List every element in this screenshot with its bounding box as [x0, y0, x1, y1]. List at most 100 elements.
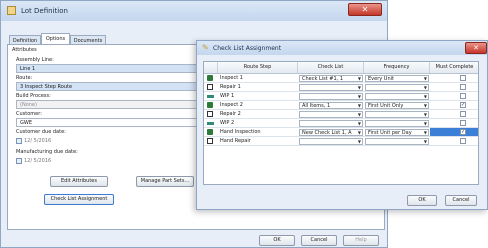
table-row[interactable]: Repair 2 ▼ ▼	[204, 110, 478, 119]
frequency-value: Every Unit	[368, 76, 394, 82]
check-list-dropdown[interactable]: ▼	[299, 93, 363, 100]
dialog-title-bar[interactable]: ✎ Check List Assignment ✕	[197, 41, 487, 55]
frequency-value: First Unit per Day	[368, 130, 412, 136]
must-complete-checkbox[interactable]	[460, 111, 466, 117]
ok-button[interactable]: OK	[259, 235, 295, 246]
frequency-dropdown[interactable]: Every Unit ▼	[365, 75, 429, 82]
dialog-title: Check List Assignment	[213, 45, 282, 52]
chevron-down-icon: ▼	[423, 112, 427, 117]
must-complete-checkbox[interactable]	[460, 93, 466, 99]
frequency-dropdown[interactable]: ▼	[365, 138, 429, 145]
must-complete-checkbox[interactable]: ✓	[460, 129, 466, 135]
customer-field[interactable]: GWE	[16, 118, 202, 127]
chevron-down-icon: ▼	[357, 103, 361, 108]
route-step-cell: Inspect 1	[220, 75, 243, 81]
must-complete-checkbox[interactable]	[460, 138, 466, 144]
route-step-cell: WIP 2	[220, 120, 235, 126]
inspect-icon	[207, 75, 213, 81]
frequency-dropdown[interactable]: ▼	[365, 111, 429, 118]
manufacturing-due-date-field[interactable]: 12/ 5/2016	[16, 156, 202, 166]
customer-due-date-label: Customer due date:	[16, 129, 66, 135]
chevron-down-icon: ▼	[423, 94, 427, 99]
check-list-dropdown[interactable]: ▼	[299, 84, 363, 91]
table-row[interactable]: Inspect 1 Check List #1, 1 ▼ Every Unit ▼	[204, 74, 478, 83]
table-row[interactable]: WIP 2 ▼ ▼	[204, 119, 478, 128]
route-step-cell: Repair 1	[220, 84, 241, 90]
title-bar[interactable]: Lot Definition ✕	[1, 1, 387, 21]
table-row[interactable]: Inspect 2 All Items, 1 ▼ First Unit Only ▼ ✓	[204, 101, 478, 110]
check-list-dropdown[interactable]: ▼	[299, 138, 363, 145]
route-step-cell: Hand Inspection	[220, 129, 261, 135]
header-check-list[interactable]: Check List	[298, 62, 364, 73]
inspect-icon	[207, 129, 213, 135]
header-frequency[interactable]: Frequency	[364, 62, 430, 73]
selected-cell-highlight	[430, 128, 478, 136]
dialog-ok-button[interactable]: OK	[407, 195, 437, 206]
build-process-label: Build Process:	[16, 93, 51, 99]
table-row[interactable]: Hand Repair ▼ ▼	[204, 137, 478, 146]
wip-icon	[207, 122, 214, 125]
table-row[interactable]: Repair 1 ▼ ▼	[204, 83, 478, 92]
check-list-value: All Items, 1	[302, 103, 331, 109]
chevron-down-icon: ▼	[423, 130, 427, 135]
window-title: Lot Definition	[21, 7, 68, 15]
check-list-value: Check List #1, 1	[302, 76, 344, 82]
check-list-dropdown[interactable]: ▼	[299, 120, 363, 127]
help-button[interactable]: Help	[343, 235, 379, 246]
assembly-line-field[interactable]: Line 1	[16, 64, 202, 73]
assignment-table: Route Step Check List Frequency Must Com…	[203, 61, 479, 185]
header-route-step[interactable]: Route Step	[218, 62, 298, 73]
close-icon: ✕	[473, 44, 479, 52]
route-field[interactable]: 3 Inspect Step Route	[16, 82, 202, 91]
frequency-dropdown[interactable]: First Unit Only ▼	[365, 102, 429, 109]
frequency-dropdown[interactable]: First Unit per Day ▼	[365, 129, 429, 136]
table-row[interactable]: WIP 1 ▼ ▼	[204, 92, 478, 101]
route-step-cell: Hand Repair	[220, 138, 251, 144]
header-must-complete[interactable]: Must Complete	[430, 62, 478, 73]
close-button[interactable]: ✕	[348, 3, 382, 16]
checkmark-icon: ✓	[461, 129, 466, 135]
manage-part-sets-button[interactable]: Manage Part Sets...	[136, 176, 194, 187]
calendar-icon[interactable]	[16, 157, 22, 164]
chevron-down-icon: ▼	[357, 130, 361, 135]
frequency-dropdown[interactable]: ▼	[365, 120, 429, 127]
build-process-field[interactable]: (None)	[16, 100, 202, 109]
chevron-down-icon: ▼	[357, 76, 361, 81]
wip-icon	[207, 95, 214, 98]
check-list-assignment-button[interactable]: Check List Assignment	[44, 194, 114, 205]
check-list-assignment-dialog: ✎ Check List Assignment ✕ Route Step Che…	[196, 40, 488, 210]
chevron-down-icon: ▼	[357, 139, 361, 144]
repair-icon	[207, 84, 213, 90]
header-icon-column	[204, 62, 218, 73]
must-complete-checkbox[interactable]	[460, 75, 466, 81]
route-step-cell: Inspect 2	[220, 102, 243, 108]
route-step-cell: WIP 1	[220, 93, 235, 99]
dialog-cancel-button[interactable]: Cancel	[445, 195, 477, 206]
dialog-close-button[interactable]: ✕	[465, 42, 487, 54]
chevron-down-icon: ▼	[423, 76, 427, 81]
check-list-dropdown[interactable]: New Check List 1, A ▼	[299, 129, 363, 136]
manufacturing-due-date-value: 12/ 5/2016	[24, 158, 52, 164]
edit-attributes-button[interactable]: Edit Attributes	[50, 176, 108, 187]
must-complete-checkbox[interactable]: ✓	[460, 102, 466, 108]
cancel-button[interactable]: Cancel	[301, 235, 337, 246]
table-row[interactable]: Hand Inspection New Check List 1, A ▼ First…	[204, 128, 478, 137]
frequency-dropdown[interactable]: ▼	[365, 93, 429, 100]
check-list-dropdown[interactable]: ▼	[299, 111, 363, 118]
frequency-value: First Unit Only	[368, 103, 404, 109]
customer-due-date-field[interactable]: 12/ 5/2016	[16, 136, 202, 146]
route-label: Route:	[16, 75, 33, 81]
checklist-icon: ✎	[202, 43, 209, 52]
assembly-line-label: Assembly Line:	[16, 57, 54, 63]
chevron-down-icon: ▼	[357, 112, 361, 117]
check-list-dropdown[interactable]: All Items, 1 ▼	[299, 102, 363, 109]
manufacturing-due-date-label: Manufacturing due date:	[16, 149, 78, 155]
must-complete-checkbox[interactable]	[460, 84, 466, 90]
chevron-down-icon: ▼	[423, 85, 427, 90]
calendar-icon[interactable]	[16, 137, 22, 144]
close-icon: ✕	[361, 5, 369, 14]
frequency-dropdown[interactable]: ▼	[365, 84, 429, 91]
must-complete-checkbox[interactable]	[460, 120, 466, 126]
checkmark-icon: ✓	[461, 102, 466, 108]
check-list-dropdown[interactable]: Check List #1, 1 ▼	[299, 75, 363, 82]
